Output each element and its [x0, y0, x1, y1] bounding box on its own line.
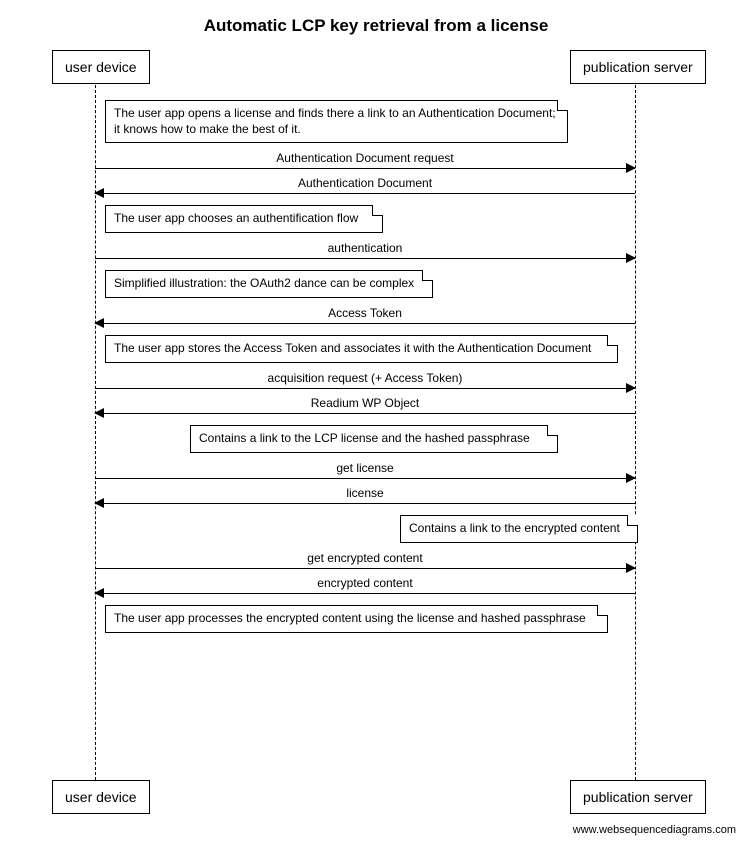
- arrow-auth-doc-request: Authentication Document request: [95, 168, 635, 169]
- note-text: The user app opens a license and finds t…: [114, 106, 556, 136]
- arrow-auth-document: Authentication Document: [95, 193, 635, 194]
- note-text: The user app processes the encrypted con…: [114, 611, 586, 625]
- note-choose-flow: The user app chooses an authentification…: [105, 205, 383, 233]
- actor-publication-server-top: publication server: [570, 50, 706, 84]
- arrowhead-right-icon: [626, 383, 636, 393]
- credit-link: www.websequencediagrams.com: [10, 824, 742, 836]
- arrow-acquisition-request: acquisition request (+ Access Token): [95, 388, 635, 389]
- message-label: Readium WP Object: [95, 396, 635, 410]
- arrowhead-left-icon: [94, 408, 104, 418]
- arrowhead-left-icon: [94, 318, 104, 328]
- actor-publication-server-bottom: publication server: [570, 780, 706, 814]
- note-fold-icon: [422, 270, 433, 281]
- note-process-content: The user app processes the encrypted con…: [105, 605, 608, 633]
- actor-user-device-top: user device: [52, 50, 150, 84]
- message-label: get license: [95, 461, 635, 475]
- message-label: Authentication Document: [95, 176, 635, 190]
- note-fold-icon: [607, 335, 618, 346]
- message-label: authentication: [95, 241, 635, 255]
- note-text: Simplified illustration: the OAuth2 danc…: [114, 276, 414, 290]
- note-text: Contains a link to the LCP license and t…: [199, 431, 530, 445]
- sequence-diagram: user device publication server user devi…: [10, 50, 742, 820]
- arrowhead-left-icon: [94, 498, 104, 508]
- arrow-get-license: get license: [95, 478, 635, 479]
- note-contains-lcp-link: Contains a link to the LCP license and t…: [190, 425, 558, 453]
- arrowhead-left-icon: [94, 188, 104, 198]
- note-text: The user app stores the Access Token and…: [114, 341, 591, 355]
- note-fold-icon: [372, 205, 383, 216]
- note-fold-icon: [557, 100, 568, 111]
- arrow-authentication: authentication: [95, 258, 635, 259]
- arrow-license: license: [95, 503, 635, 504]
- lifeline-right: [635, 80, 636, 790]
- note-open-license: The user app opens a license and finds t…: [105, 100, 568, 143]
- message-label: acquisition request (+ Access Token): [95, 371, 635, 385]
- arrowhead-right-icon: [626, 473, 636, 483]
- note-fold-icon: [547, 425, 558, 436]
- message-label: license: [95, 486, 635, 500]
- message-label: encrypted content: [95, 576, 635, 590]
- note-oauth2-dance: Simplified illustration: the OAuth2 danc…: [105, 270, 433, 298]
- note-fold-icon: [597, 605, 608, 616]
- arrow-get-encrypted-content: get encrypted content: [95, 568, 635, 569]
- actor-user-device-bottom: user device: [52, 780, 150, 814]
- note-fold-icon: [627, 515, 638, 526]
- diagram-title: Automatic LCP key retrieval from a licen…: [10, 16, 742, 36]
- message-label: Authentication Document request: [95, 151, 635, 165]
- note-text: Contains a link to the encrypted content: [409, 521, 620, 535]
- note-contains-encrypted-link: Contains a link to the encrypted content: [400, 515, 638, 543]
- arrow-encrypted-content: encrypted content: [95, 593, 635, 594]
- note-text: The user app chooses an authentification…: [114, 211, 358, 225]
- arrowhead-right-icon: [626, 253, 636, 263]
- arrow-access-token: Access Token: [95, 323, 635, 324]
- arrowhead-right-icon: [626, 163, 636, 173]
- message-label: Access Token: [95, 306, 635, 320]
- arrow-readium-wp-object: Readium WP Object: [95, 413, 635, 414]
- note-store-token: The user app stores the Access Token and…: [105, 335, 618, 363]
- message-label: get encrypted content: [95, 551, 635, 565]
- arrowhead-left-icon: [94, 588, 104, 598]
- arrowhead-right-icon: [626, 563, 636, 573]
